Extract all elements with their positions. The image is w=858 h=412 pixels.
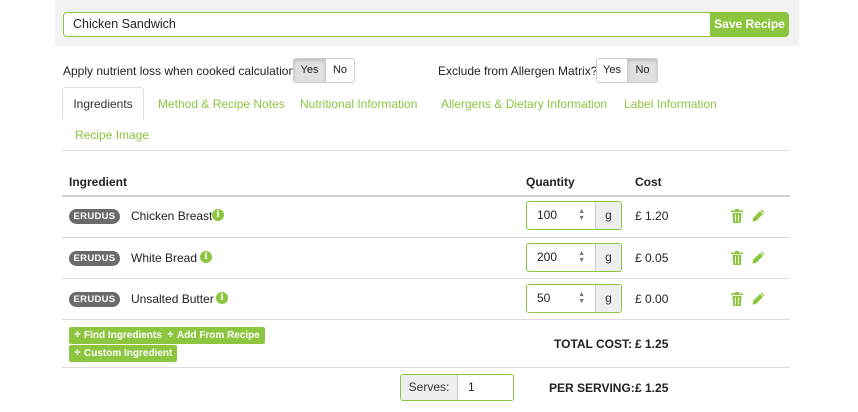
quantity-input[interactable]: 100 ▲ ▼ g bbox=[526, 201, 622, 230]
serves-input-group: Serves: 1 bbox=[400, 374, 514, 401]
trash-icon[interactable] bbox=[731, 292, 743, 306]
custom-ingredient-button[interactable]: + Custom Ingredient bbox=[69, 345, 178, 362]
table-row: ERUDUS Unsalted Butter i 50 ▲ ▼ g £ 0.00 bbox=[62, 279, 790, 320]
nutrient-loss-label: Apply nutrient loss when cooked calculat… bbox=[63, 64, 308, 78]
totals-divider bbox=[62, 367, 790, 368]
per-serving-label: PER SERVING: bbox=[549, 381, 635, 395]
trash-icon[interactable] bbox=[731, 209, 743, 223]
quantity-value: 50 bbox=[537, 291, 551, 305]
tab-allergens-dietary[interactable]: Allergens & Dietary Information bbox=[441, 97, 607, 111]
recipe-name-input[interactable]: Chicken Sandwich bbox=[63, 12, 711, 37]
tabs-divider bbox=[62, 150, 790, 151]
trash-icon[interactable] bbox=[731, 251, 743, 265]
plus-icon: + bbox=[74, 329, 81, 341]
tab-nutritional-information[interactable]: Nutritional Information bbox=[300, 97, 417, 111]
source-badge: ERUDUS bbox=[69, 251, 120, 266]
column-header-ingredient: Ingredient bbox=[69, 175, 128, 189]
add-from-recipe-button[interactable]: + Add From Recipe bbox=[162, 327, 265, 344]
nutrient-loss-no-button[interactable]: No bbox=[325, 59, 354, 82]
row-divider bbox=[62, 319, 790, 320]
ingredient-cost: £ 0.00 bbox=[635, 292, 669, 306]
quantity-value: 200 bbox=[537, 250, 558, 264]
add-from-recipe-label: Add From Recipe bbox=[177, 330, 260, 341]
ingredient-name[interactable]: Chicken Breast bbox=[131, 209, 212, 223]
nutrient-loss-yes-button[interactable]: Yes bbox=[294, 59, 325, 82]
tab-method-recipe-notes[interactable]: Method & Recipe Notes bbox=[158, 97, 285, 111]
source-badge: ERUDUS bbox=[69, 209, 120, 224]
allergen-matrix-toggle: Yes No bbox=[596, 58, 658, 83]
total-cost-value: £ 1.25 bbox=[635, 337, 669, 351]
unit-label: g bbox=[595, 285, 621, 312]
allergen-matrix-label: Exclude from Allergen Matrix? : bbox=[438, 64, 605, 78]
custom-ingredient-label: Custom Ingredient bbox=[84, 348, 173, 359]
info-icon[interactable]: i bbox=[212, 209, 224, 221]
tab-ingredients[interactable]: Ingredients bbox=[62, 87, 144, 120]
quantity-value: 100 bbox=[537, 208, 558, 222]
quantity-input[interactable]: 200 ▲ ▼ g bbox=[526, 243, 622, 272]
allergen-matrix-no-button[interactable]: No bbox=[627, 59, 657, 82]
allergen-matrix-yes-button[interactable]: Yes bbox=[597, 59, 627, 82]
plus-icon: + bbox=[74, 347, 81, 359]
nutrient-loss-toggle: Yes No bbox=[293, 58, 355, 83]
tab-label-information[interactable]: Label Information bbox=[624, 97, 717, 111]
spinner-icon[interactable]: ▲ ▼ bbox=[578, 208, 585, 222]
pencil-icon[interactable] bbox=[752, 251, 765, 264]
pencil-icon[interactable] bbox=[752, 209, 765, 222]
plus-icon: + bbox=[167, 329, 174, 341]
per-serving-value: £ 1.25 bbox=[635, 381, 669, 395]
ingredient-cost: £ 1.20 bbox=[635, 209, 669, 223]
info-icon[interactable]: i bbox=[200, 251, 212, 263]
quantity-input[interactable]: 50 ▲ ▼ g bbox=[526, 284, 622, 313]
ingredient-cost: £ 0.05 bbox=[635, 251, 669, 265]
column-header-quantity: Quantity bbox=[526, 175, 575, 189]
column-header-cost: Cost bbox=[635, 175, 662, 189]
serves-label: Serves: bbox=[401, 375, 458, 400]
unit-label: g bbox=[595, 244, 621, 271]
table-row: ERUDUS Chicken Breast i 100 ▲ ▼ g £ 1.20 bbox=[62, 196, 790, 237]
total-cost-label: TOTAL COST: bbox=[554, 337, 632, 351]
spinner-icon[interactable]: ▲ ▼ bbox=[578, 291, 585, 305]
serves-input[interactable]: 1 bbox=[458, 375, 513, 400]
table-row: ERUDUS White Bread i 200 ▲ ▼ g £ 0.05 bbox=[62, 238, 790, 279]
tab-recipe-image[interactable]: Recipe Image bbox=[75, 128, 149, 142]
find-ingredients-button[interactable]: + Find Ingredients bbox=[69, 327, 167, 344]
unit-label: g bbox=[595, 202, 621, 229]
pencil-icon[interactable] bbox=[752, 292, 765, 305]
find-ingredients-label: Find Ingredients bbox=[84, 330, 162, 341]
source-badge: ERUDUS bbox=[69, 292, 120, 307]
info-icon[interactable]: i bbox=[216, 292, 228, 304]
spinner-icon[interactable]: ▲ ▼ bbox=[578, 250, 585, 264]
ingredient-name[interactable]: White Bread bbox=[131, 251, 197, 265]
ingredient-name[interactable]: Unsalted Butter bbox=[131, 292, 214, 306]
save-recipe-button[interactable]: Save Recipe bbox=[710, 12, 789, 37]
